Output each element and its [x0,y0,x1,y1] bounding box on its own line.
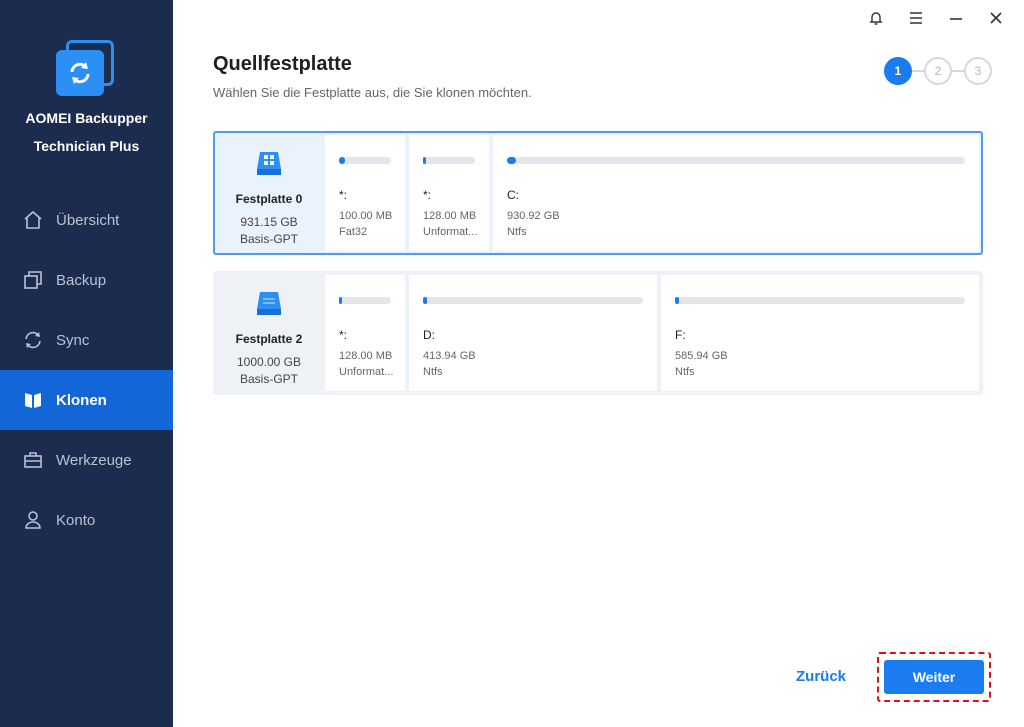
sidebar-item-werkzeuge[interactable]: Werkzeuge [0,430,173,490]
disk-name: Festplatte 2 [235,332,303,346]
partition-filesystem: Unformat... [423,226,478,238]
partition-usage-bar [423,157,475,164]
partition-filesystem: Unformat... [339,366,394,378]
partition: C: 930.92 GB Ntfs [493,135,979,251]
toolbox-icon [22,449,44,471]
page-subtitle: Wählen Sie die Festplatte aus, die Sie k… [213,85,532,100]
sidebar-item-klonen[interactable]: Klonen [0,370,173,430]
sidebar-nav: Übersicht Backup Sync Klonen Werkzeuge K… [0,190,173,550]
disk-size: 1000.00 GB [236,355,302,369]
step-connector [912,70,924,72]
sidebar-item-backup[interactable]: Backup [0,250,173,310]
window-controls [856,8,1016,32]
step-indicator: 1 2 3 [884,57,992,85]
partition-filesystem: Fat32 [339,226,368,238]
sidebar-item-label: Übersicht [56,211,120,229]
close-icon [988,10,1004,31]
partition-usage-bar [675,297,965,304]
partition-usage-fill [423,157,426,164]
partition-size: 413.94 GB [423,350,476,362]
partition-filesystem: Ntfs [423,366,443,378]
partition-size: 100.00 MB [339,210,393,222]
app-name: AOMEI Backupper [25,110,148,126]
page-title: Quellfestplatte [213,53,352,75]
app-edition: Technician Plus [33,138,140,154]
next-button-highlight: Weiter [877,652,991,702]
partition-label: *: [339,188,348,202]
partition-usage-bar [339,297,391,304]
next-button[interactable]: Weiter [884,660,984,694]
disk-name: Festplatte 0 [235,192,303,206]
partition-filesystem: Ntfs [507,226,527,238]
user-icon [22,509,44,531]
bell-icon [868,10,884,31]
sidebar-item-uebersicht[interactable]: Übersicht [0,190,173,250]
partition-size: 930.92 GB [507,210,560,222]
sidebar-item-label: Werkzeuge [56,451,132,469]
partition-usage-bar [507,157,965,164]
partition: D: 413.94 GB Ntfs [409,275,657,391]
partition-usage-fill [423,297,428,304]
disk-row-festplatte-0[interactable]: Festplatte 0 931.15 GB Basis-GPT *: 100.… [213,131,983,255]
partition-filesystem: Ntfs [675,366,695,378]
partition-usage-fill [339,297,342,304]
sidebar-item-label: Sync [56,331,90,349]
disk-row-festplatte-2[interactable]: Festplatte 2 1000.00 GB Basis-GPT *: 128… [213,271,983,395]
disk-type: Basis-GPT [239,232,298,246]
close-button[interactable] [976,8,1016,32]
sidebar-item-label: Klonen [56,391,107,409]
partition-label: F: [675,328,686,342]
partition-usage-fill [507,157,517,164]
step-3: 3 [964,57,992,85]
disk-info: Festplatte 0 931.15 GB Basis-GPT [217,135,321,251]
partition-usage-bar [339,157,391,164]
partition-label: C: [507,188,519,202]
backup-icon [22,269,44,291]
step-1: 1 [884,57,912,85]
partition-usage-bar [423,297,643,304]
partition-usage-fill [675,297,680,304]
disk-type: Basis-GPT [239,372,298,386]
sidebar-item-konto[interactable]: Konto [0,490,173,550]
menu-icon [908,10,924,31]
sidebar-item-sync[interactable]: Sync [0,310,173,370]
partition-label: *: [423,188,432,202]
minimize-button[interactable] [936,8,976,32]
sidebar: AOMEI Backupper Technician Plus Übersich… [0,0,173,727]
notification-button[interactable] [856,8,896,32]
menu-button[interactable] [896,8,936,32]
sidebar-item-label: Backup [56,271,107,289]
sync-icon [22,329,44,351]
partition: *: 128.00 MB Unformat... [325,275,405,391]
minimize-icon [948,10,964,31]
partition: F: 585.94 GB Ntfs [661,275,979,391]
clone-icon [22,389,44,411]
partition: *: 100.00 MB Fat32 [325,135,405,251]
partition-size: 128.00 MB [423,210,477,222]
step-2: 2 [924,57,952,85]
partition-size: 585.94 GB [675,350,728,362]
partition-size: 128.00 MB [339,350,393,362]
disk-info: Festplatte 2 1000.00 GB Basis-GPT [217,275,321,391]
sidebar-item-label: Konto [56,511,96,529]
partition-label: D: [423,328,435,342]
partition-usage-fill [339,157,346,164]
home-icon [22,209,44,231]
step-connector [952,70,964,72]
disk-icon [254,149,284,184]
partition-label: *: [339,328,348,342]
disk-size: 931.15 GB [240,215,298,229]
app-logo-icon [56,40,114,96]
partition: *: 128.00 MB Unformat... [409,135,489,251]
disk-icon [254,289,284,324]
back-button[interactable]: Zurück [796,668,846,685]
